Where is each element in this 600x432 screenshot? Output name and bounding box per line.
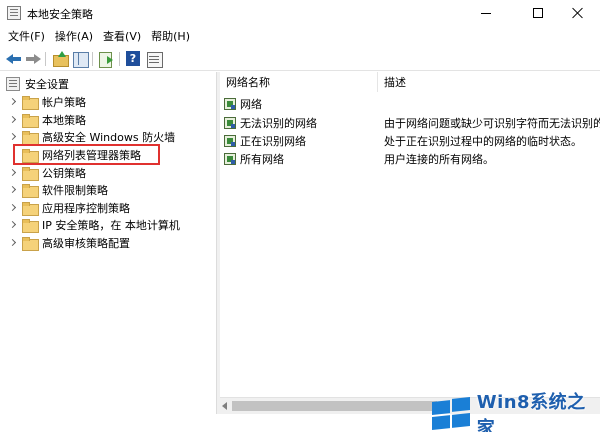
selection-highlight-box bbox=[13, 144, 160, 165]
list-item-description: 由于网络问题或缺少可识别字符而无法识别的 bbox=[384, 117, 600, 130]
close-button[interactable] bbox=[555, 0, 600, 26]
maximize-icon bbox=[533, 8, 543, 18]
chevron-right-icon[interactable] bbox=[8, 97, 18, 107]
tree-item-firewall[interactable]: 高级安全 Windows 防火墙 bbox=[8, 128, 175, 145]
list-item-description: 用户连接的所有网络。 bbox=[384, 153, 494, 166]
tree-item-ip-security[interactable]: IP 安全策略，在 本地计算机 bbox=[8, 216, 180, 233]
show-hide-tree-icon[interactable] bbox=[72, 51, 89, 68]
folder-icon bbox=[22, 95, 39, 110]
toolbar-separator bbox=[119, 52, 120, 66]
tree-item-advanced-audit[interactable]: 高级审核策略配置 bbox=[8, 234, 130, 251]
tree-item-local-policy[interactable]: 本地策略 bbox=[8, 111, 86, 128]
network-policy-icon bbox=[224, 135, 236, 147]
tree-item-label: 帐户策略 bbox=[42, 95, 86, 109]
app-icon bbox=[7, 6, 21, 20]
network-policy-icon bbox=[224, 98, 236, 110]
column-header-network-name[interactable]: 网络名称 bbox=[220, 72, 378, 92]
close-icon bbox=[572, 7, 584, 19]
watermark-text: Win8系统之家 bbox=[476, 391, 586, 432]
toolbar-separator bbox=[92, 52, 93, 66]
tree-item-label: 高级安全 Windows 防火墙 bbox=[42, 130, 176, 144]
security-settings-icon bbox=[6, 76, 20, 91]
forward-arrow-icon[interactable] bbox=[25, 51, 41, 67]
folder-icon bbox=[22, 113, 39, 128]
list-item[interactable]: 所有网络 bbox=[224, 150, 284, 168]
minimize-icon bbox=[481, 12, 491, 14]
chevron-right-icon[interactable] bbox=[8, 238, 18, 248]
tree-item-app-control[interactable]: 应用程序控制策略 bbox=[8, 199, 130, 216]
list-pane: 网络名称 描述 网络 无法识别的网络 由于网络问题或缺少可识别字符而无法识别的 … bbox=[220, 72, 600, 414]
toolbar bbox=[0, 47, 600, 71]
list-item[interactable]: 无法识别的网络 bbox=[224, 114, 317, 132]
minimize-button[interactable] bbox=[463, 0, 509, 26]
tree-item-label: 公钥策略 bbox=[42, 166, 86, 180]
folder-icon bbox=[22, 183, 39, 198]
network-policy-icon bbox=[224, 153, 236, 165]
column-header-description[interactable]: 描述 bbox=[378, 72, 600, 92]
list-item-description: 处于正在识别过程中的网络的临时状态。 bbox=[384, 135, 582, 148]
windows-logo-icon bbox=[432, 396, 471, 430]
menu-help[interactable]: 帮助(H) bbox=[148, 28, 197, 44]
chevron-right-icon[interactable] bbox=[8, 115, 18, 125]
folder-icon bbox=[22, 130, 39, 145]
menu-file[interactable]: 文件(F) bbox=[5, 28, 52, 44]
tree-root[interactable]: 安全设置 bbox=[6, 75, 69, 92]
window-title: 本地安全策略 bbox=[27, 8, 93, 21]
toolbar-separator bbox=[45, 52, 46, 66]
menu-view[interactable]: 查看(V) bbox=[100, 28, 148, 44]
chevron-right-icon[interactable] bbox=[8, 220, 18, 230]
watermark: Win8系统之家 bbox=[432, 392, 600, 432]
scrollbar-thumb[interactable] bbox=[232, 401, 437, 411]
list-item-name: 无法识别的网络 bbox=[240, 117, 317, 130]
tree-item-label: 本地策略 bbox=[42, 113, 86, 127]
chevron-right-icon[interactable] bbox=[8, 185, 18, 195]
tree-item-account-policy[interactable]: 帐户策略 bbox=[8, 93, 86, 110]
menu-action[interactable]: 操作(A) bbox=[52, 28, 100, 44]
chevron-right-icon[interactable] bbox=[8, 168, 18, 178]
network-policy-icon bbox=[224, 117, 236, 129]
back-arrow-icon[interactable] bbox=[6, 51, 22, 67]
list-item[interactable]: 网络 bbox=[224, 95, 262, 113]
tree-item-label: 高级审核策略配置 bbox=[42, 236, 130, 250]
list-item-name: 所有网络 bbox=[240, 153, 284, 166]
tree-pane: 安全设置 帐户策略 本地策略 高级安全 Windows 防火墙 网络列表管理器策… bbox=[0, 72, 217, 414]
list-item-name: 网络 bbox=[240, 98, 262, 111]
list-item-name: 正在识别网络 bbox=[240, 135, 306, 148]
folder-icon bbox=[22, 236, 39, 251]
tree-item-label: 软件限制策略 bbox=[42, 183, 108, 197]
tree-item-software-restriction[interactable]: 软件限制策略 bbox=[8, 181, 108, 198]
tree-item-label: 应用程序控制策略 bbox=[42, 201, 130, 215]
help-icon[interactable] bbox=[125, 51, 141, 67]
properties-icon[interactable] bbox=[146, 51, 163, 68]
title-bar: 本地安全策略 bbox=[0, 0, 600, 26]
tree-root-label: 安全设置 bbox=[25, 77, 69, 91]
list-item[interactable]: 正在识别网络 bbox=[224, 132, 306, 150]
scroll-left-arrow-icon[interactable] bbox=[222, 402, 227, 410]
menu-bar: 文件(F) 操作(A) 查看(V) 帮助(H) bbox=[0, 26, 600, 46]
chevron-right-icon[interactable] bbox=[8, 203, 18, 213]
folder-icon bbox=[22, 201, 39, 216]
tree-item-public-key[interactable]: 公钥策略 bbox=[8, 164, 86, 181]
up-folder-icon[interactable] bbox=[52, 51, 69, 67]
tree-item-label: IP 安全策略，在 本地计算机 bbox=[42, 218, 180, 232]
export-list-icon[interactable] bbox=[98, 51, 114, 68]
folder-icon bbox=[22, 166, 39, 181]
chevron-right-icon[interactable] bbox=[8, 132, 18, 142]
folder-icon bbox=[22, 218, 39, 233]
